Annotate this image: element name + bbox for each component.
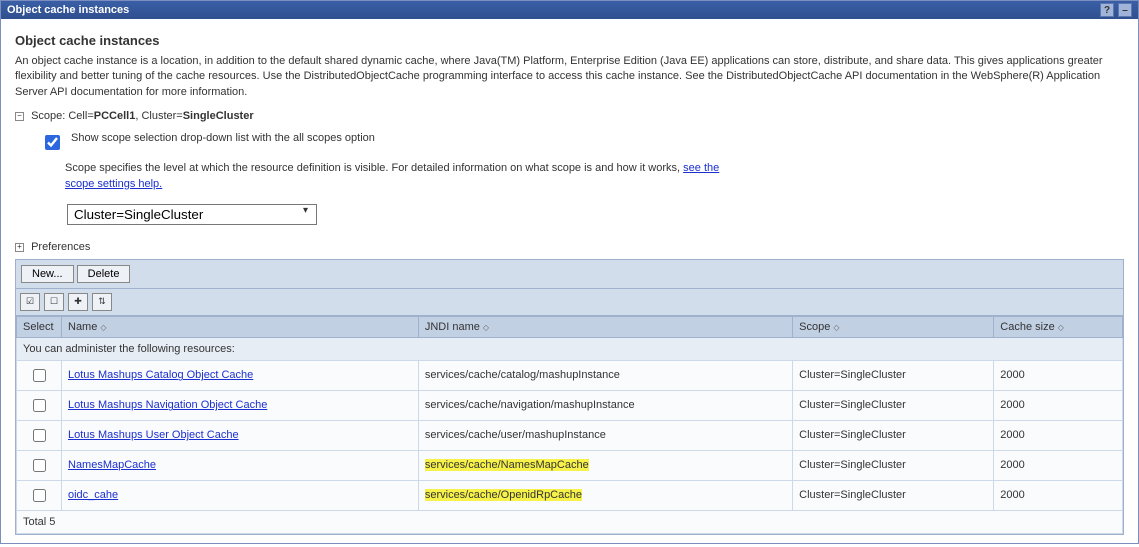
row-size: 2000 — [994, 420, 1123, 450]
table-container: New... Delete ☑ ☐ ✚ ⇅ Select Name◇ JNDI … — [15, 259, 1124, 535]
subhead-text: You can administer the following resourc… — [17, 337, 1123, 360]
table-row: Lotus Mashups Navigation Object Cache ser… — [17, 390, 1123, 420]
filter-icon[interactable]: ✚ — [68, 293, 88, 311]
deselect-all-icon[interactable]: ☐ — [44, 293, 64, 311]
row-size: 2000 — [994, 450, 1123, 480]
col-scope[interactable]: Scope◇ — [793, 316, 994, 337]
scope-help: Scope specifies the level at which the r… — [65, 161, 745, 192]
show-scope-checkbox[interactable] — [45, 135, 60, 150]
table-row: Lotus Mashups Catalog Object Cache servic… — [17, 360, 1123, 390]
help-icon[interactable]: ? — [1100, 3, 1114, 17]
window-title: Object cache instances — [7, 4, 129, 16]
minimize-icon[interactable]: – — [1118, 3, 1132, 17]
table-row: Lotus Mashups User Object Cache services/… — [17, 420, 1123, 450]
row-checkbox[interactable] — [33, 369, 46, 382]
delete-button[interactable]: Delete — [77, 265, 131, 283]
row-size: 2000 — [994, 390, 1123, 420]
action-toolbar: New... Delete — [16, 260, 1123, 289]
collapse-scope-icon[interactable]: − — [15, 112, 24, 121]
table-header-row: Select Name◇ JNDI name◇ Scope◇ Cache siz… — [17, 316, 1123, 337]
scope-cluster: SingleCluster — [183, 110, 254, 122]
sort-icon: ◇ — [833, 323, 839, 332]
col-name[interactable]: Name◇ — [62, 316, 419, 337]
row-name-link[interactable]: oidc_cahe — [68, 489, 118, 501]
resources-table: Select Name◇ JNDI name◇ Scope◇ Cache siz… — [16, 316, 1123, 534]
row-jndi: services/cache/OpenidRpCache — [418, 480, 792, 510]
scope-cell: PCCell1 — [94, 110, 136, 122]
sort-icon: ◇ — [1058, 323, 1064, 332]
row-jndi: services/cache/catalog/mashupInstance — [418, 360, 792, 390]
row-scope: Cluster=SingleCluster — [793, 420, 994, 450]
content-area: Object cache instances An object cache i… — [1, 19, 1138, 543]
filter-toolbar: ☑ ☐ ✚ ⇅ — [16, 289, 1123, 316]
table-row: NamesMapCache services/cache/NamesMapCach… — [17, 450, 1123, 480]
row-size: 2000 — [994, 480, 1123, 510]
row-scope: Cluster=SingleCluster — [793, 360, 994, 390]
table-footer: Total 5 — [17, 510, 1123, 533]
table-row: oidc_cahe services/cache/OpenidRpCacheClu… — [17, 480, 1123, 510]
row-scope: Cluster=SingleCluster — [793, 390, 994, 420]
row-size: 2000 — [994, 360, 1123, 390]
preferences-row: + Preferences — [15, 241, 1124, 253]
preferences-label: Preferences — [31, 241, 90, 253]
scope-cluster-label: , Cluster= — [135, 110, 182, 122]
row-jndi: services/cache/navigation/mashupInstance — [418, 390, 792, 420]
clear-filter-icon[interactable]: ⇅ — [92, 293, 112, 311]
row-checkbox[interactable] — [33, 489, 46, 502]
col-size[interactable]: Cache size◇ — [994, 316, 1123, 337]
row-name-link[interactable]: NamesMapCache — [68, 459, 156, 471]
row-name-link[interactable]: Lotus Mashups Catalog Object Cache — [68, 369, 253, 381]
sort-icon: ◇ — [100, 323, 106, 332]
table-subhead: You can administer the following resourc… — [17, 337, 1123, 360]
page-description: An object cache instance is a location, … — [15, 54, 1124, 100]
col-select: Select — [17, 316, 62, 337]
title-bar: Object cache instances ? – — [1, 1, 1138, 19]
scope-help-text: Scope specifies the level at which the r… — [65, 162, 683, 174]
scope-select[interactable]: Cluster=SingleCluster — [67, 204, 317, 225]
main-panel: Object cache instances ? – Object cache … — [0, 0, 1139, 544]
row-checkbox[interactable] — [33, 459, 46, 472]
row-jndi: services/cache/NamesMapCache — [418, 450, 792, 480]
row-name-link[interactable]: Lotus Mashups Navigation Object Cache — [68, 399, 267, 411]
new-button[interactable]: New... — [21, 265, 74, 283]
show-scope-label: Show scope selection drop-down list with… — [71, 132, 375, 144]
row-name-link[interactable]: Lotus Mashups User Object Cache — [68, 429, 239, 441]
page-heading: Object cache instances — [15, 33, 1124, 48]
scope-prefix: Scope: Cell= — [31, 110, 94, 122]
row-scope: Cluster=SingleCluster — [793, 450, 994, 480]
row-checkbox[interactable] — [33, 429, 46, 442]
row-checkbox[interactable] — [33, 399, 46, 412]
scope-line: − Scope: Cell=PCCell1, Cluster=SingleClu… — [15, 110, 1124, 122]
select-all-icon[interactable]: ☑ — [20, 293, 40, 311]
row-jndi: services/cache/user/mashupInstance — [418, 420, 792, 450]
expand-preferences-icon[interactable]: + — [15, 243, 24, 252]
scope-block: Show scope selection drop-down list with… — [41, 132, 1124, 227]
row-scope: Cluster=SingleCluster — [793, 480, 994, 510]
sort-icon: ◇ — [483, 323, 489, 332]
col-jndi[interactable]: JNDI name◇ — [418, 316, 792, 337]
footer-text: Total 5 — [17, 510, 1123, 533]
